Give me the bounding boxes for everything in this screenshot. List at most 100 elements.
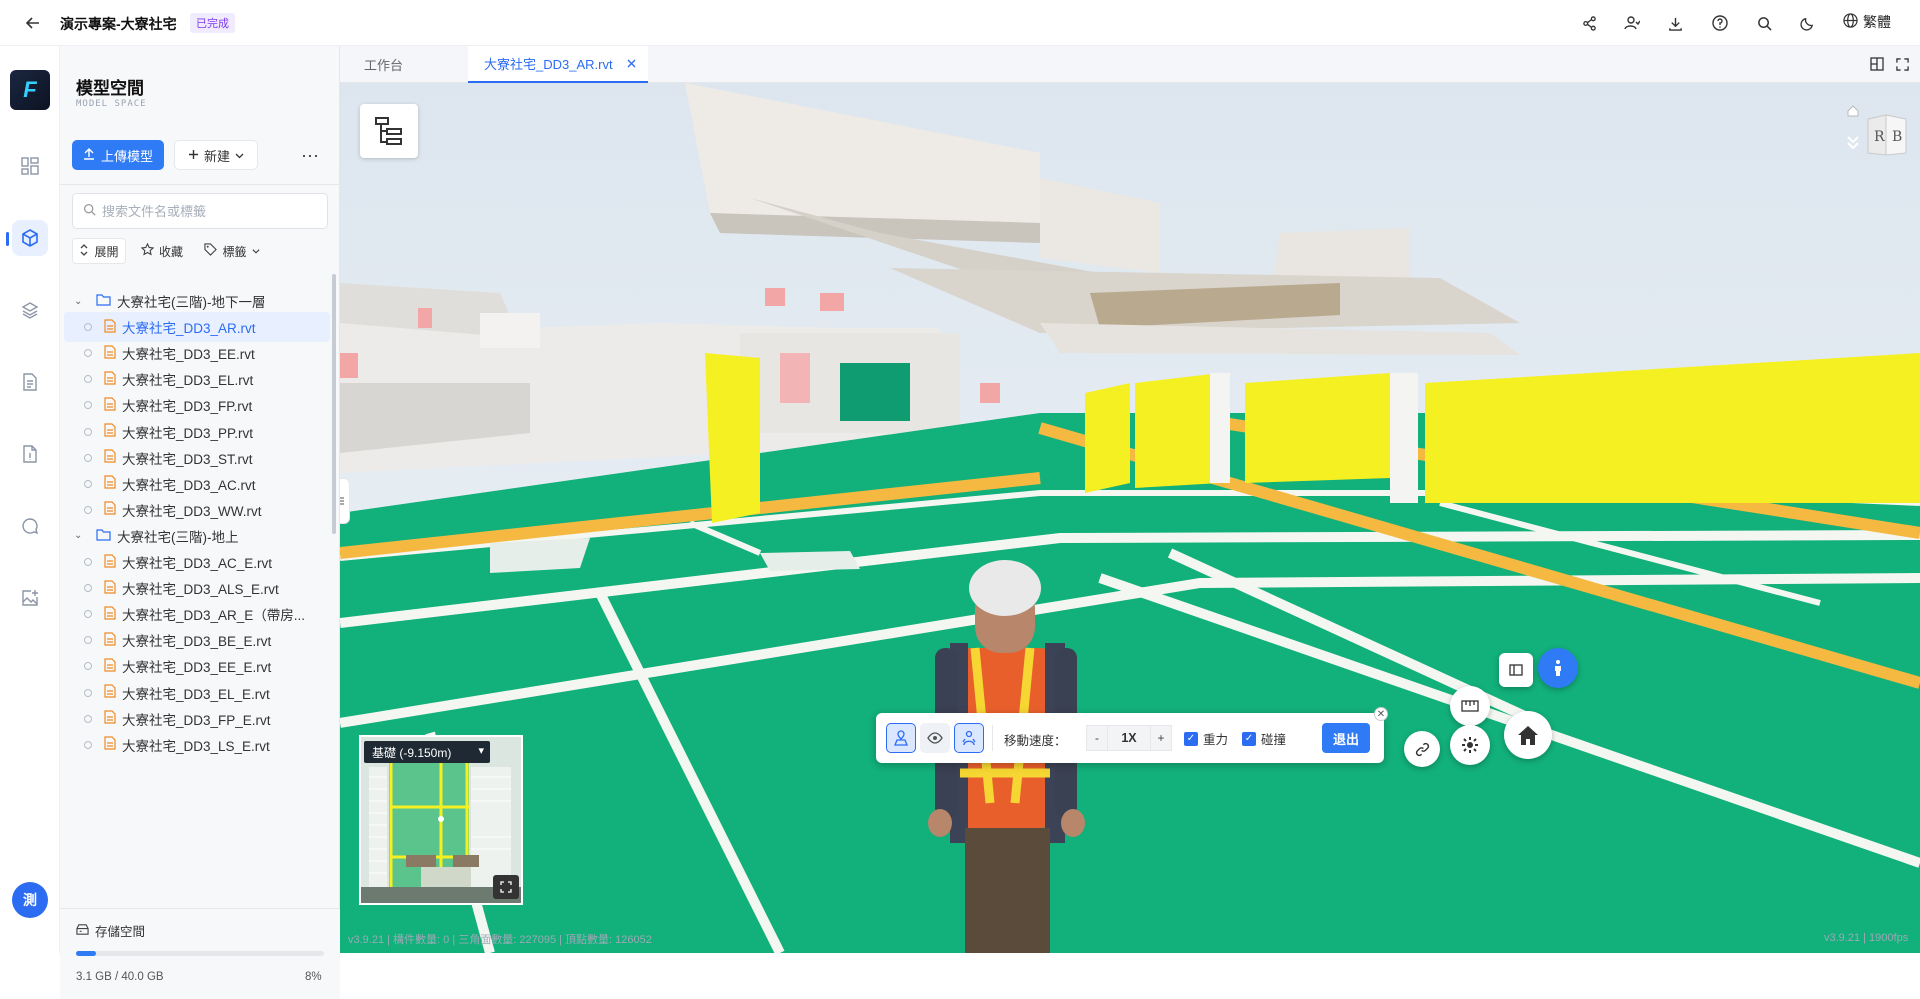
first-person-button[interactable]	[1538, 648, 1578, 688]
model-viewport[interactable]: R B 基礎 (-9.150m) ▾ v3.9.21 | 構件數量: 0 | 三…	[340, 83, 1920, 953]
chevron-down-icon[interactable]: ⌄	[74, 530, 88, 541]
tree-item-label: 大寮社宅_DD3_ALS_E.rvt	[122, 582, 279, 598]
home-view-button[interactable]	[1504, 711, 1552, 759]
walk-toolbar: 移動速度： - 1X + ✓ 重力 ✓ 碰撞 退出 ✕	[876, 707, 1388, 763]
expand-label: 展開	[94, 244, 119, 259]
panel-collapse-handle[interactable]	[340, 478, 350, 524]
gravity-checkbox[interactable]: ✓ 重力	[1184, 729, 1228, 748]
minimap[interactable]: 基礎 (-9.150m) ▾	[359, 735, 523, 905]
share-icon[interactable]	[1578, 12, 1600, 34]
help-icon[interactable]	[1709, 12, 1731, 34]
model-cube-icon[interactable]	[12, 220, 48, 256]
image-add-icon[interactable]	[12, 580, 48, 616]
split-view-icon[interactable]	[1866, 53, 1888, 75]
file-icon	[104, 449, 116, 466]
file-icon	[104, 579, 116, 597]
tab-workspace[interactable]: 工作台	[340, 46, 468, 83]
tree-item-label: 大寮社宅_DD3_AC_E.rvt	[122, 556, 273, 571]
tag-button[interactable]: 標籤	[198, 238, 266, 264]
view-mode-button[interactable]	[920, 723, 950, 753]
tree-item-label: 大寮社宅_DD3_EE_E.rvt	[122, 660, 272, 676]
level-label: 基礎 (-9.150m)	[372, 745, 452, 760]
avatar-mode-button[interactable]	[954, 723, 984, 753]
chevron-down-icon	[251, 244, 260, 258]
tree-file-row[interactable]: 大寮社宅_DD3_LS_E.rvt	[64, 730, 330, 760]
chevron-down-icon	[235, 148, 244, 163]
gear-icon	[1462, 737, 1478, 753]
search-field[interactable]	[102, 203, 302, 219]
fullscreen-icon[interactable]	[1891, 53, 1913, 75]
tree-item-label: 大寮社宅_DD3_ST.rvt	[122, 451, 253, 467]
tree-structure-icon	[375, 117, 402, 145]
chevron-down-icon[interactable]: ⌄	[74, 296, 88, 307]
person-icon	[1555, 660, 1561, 676]
walk-mode-button[interactable]	[886, 723, 916, 753]
tree-scrollbar[interactable]	[332, 274, 336, 534]
file-icon	[104, 397, 116, 414]
tree-item-label: 大寮社宅_DD3_AR_E（帶房...	[122, 608, 306, 624]
person-pin-icon	[894, 730, 908, 746]
search-icon	[83, 203, 96, 219]
tree-item-label: 大寮社宅_DD3_EL.rvt	[122, 373, 254, 389]
close-icon[interactable]	[627, 56, 636, 71]
download-icon[interactable]	[1664, 12, 1686, 34]
view-cube[interactable]: R B	[1830, 97, 1910, 177]
render-stats: v3.9.21 | 構件數量: 0 | 三角面數量: 227095 | 頂點數量…	[348, 934, 652, 946]
section-box-button[interactable]	[1499, 653, 1533, 687]
level-select[interactable]: 基礎 (-9.150m) ▾	[364, 741, 490, 763]
language-switch[interactable]: 繁體	[1843, 12, 1891, 32]
file-icon	[104, 423, 116, 440]
file-icon	[104, 736, 116, 753]
measure-button[interactable]	[1450, 686, 1490, 726]
new-button[interactable]: 新建	[174, 140, 258, 170]
avatar[interactable]: 測	[12, 882, 48, 918]
storage-section: 存儲空間 3.1 GB / 40.0 GB 8%	[60, 908, 340, 999]
file-report-icon[interactable]	[12, 436, 48, 472]
minimap-expand-button[interactable]	[493, 875, 519, 899]
more-button[interactable]: ···	[296, 142, 324, 168]
file-icon	[104, 501, 116, 518]
storage-label: 存儲空間	[76, 921, 145, 940]
exit-walk-button[interactable]: 退出	[1322, 723, 1370, 753]
model-space-panel: 模型空間 MODEL SPACE 上傳模型 新建 ··· 展開 收藏	[60, 46, 340, 999]
project-title: 演示專案-大寮社宅	[60, 16, 177, 32]
arrow-left-icon[interactable]	[22, 12, 44, 34]
radio-icon	[84, 323, 92, 332]
layers-icon[interactable]	[12, 292, 48, 328]
document-icon[interactable]	[12, 364, 48, 400]
link-button[interactable]	[1404, 731, 1440, 767]
speed-label: 移動速度：	[1004, 734, 1067, 748]
version-info: v3.9.21 | 1900fps	[1824, 932, 1909, 944]
favorite-button[interactable]: 收藏	[135, 238, 189, 264]
expand-button[interactable]: 展開	[72, 238, 126, 264]
divider	[60, 184, 340, 185]
folder-icon	[96, 528, 111, 544]
tree-item-label: 大寮社宅_DD3_FP_E.rvt	[122, 712, 271, 728]
speed-increase-button[interactable]: +	[1150, 725, 1172, 751]
tab-model[interactable]: 大寮社宅_DD3_AR.rvt	[468, 46, 648, 83]
chat-icon[interactable]	[12, 508, 48, 544]
speed-value: 1X	[1108, 725, 1150, 751]
close-icon[interactable]: ✕	[1374, 707, 1388, 721]
storage-title: 存儲空間	[95, 925, 146, 939]
tree-item-label: 大寮社宅_DD3_EE.rvt	[122, 347, 255, 363]
search-input[interactable]	[72, 193, 328, 229]
tree-item-label: 大寮社宅_DD3_FP.rvt	[122, 399, 253, 415]
model-tree-toggle[interactable]	[360, 104, 418, 158]
tree-item-label: 大寮社宅(三階)-地下一層	[117, 295, 266, 310]
settings-button[interactable]	[1450, 725, 1490, 765]
speed-decrease-button[interactable]: -	[1086, 725, 1108, 751]
collision-checkbox[interactable]: ✓ 碰撞	[1242, 729, 1286, 748]
radio-icon	[84, 427, 92, 436]
search-icon[interactable]	[1753, 12, 1775, 34]
upload-model-button[interactable]: 上傳模型	[72, 140, 164, 170]
dashboard-icon[interactable]	[12, 148, 48, 184]
file-icon	[104, 658, 116, 675]
tree-item-label: 大寮社宅(三階)-地上	[117, 529, 239, 545]
file-icon	[104, 632, 116, 649]
scene-render[interactable]	[340, 83, 1920, 953]
dark-mode-icon[interactable]	[1796, 12, 1818, 34]
member-icon[interactable]	[1621, 12, 1643, 34]
globe-icon	[1843, 13, 1858, 31]
panel-subtitle: MODEL SPACE	[76, 99, 147, 109]
